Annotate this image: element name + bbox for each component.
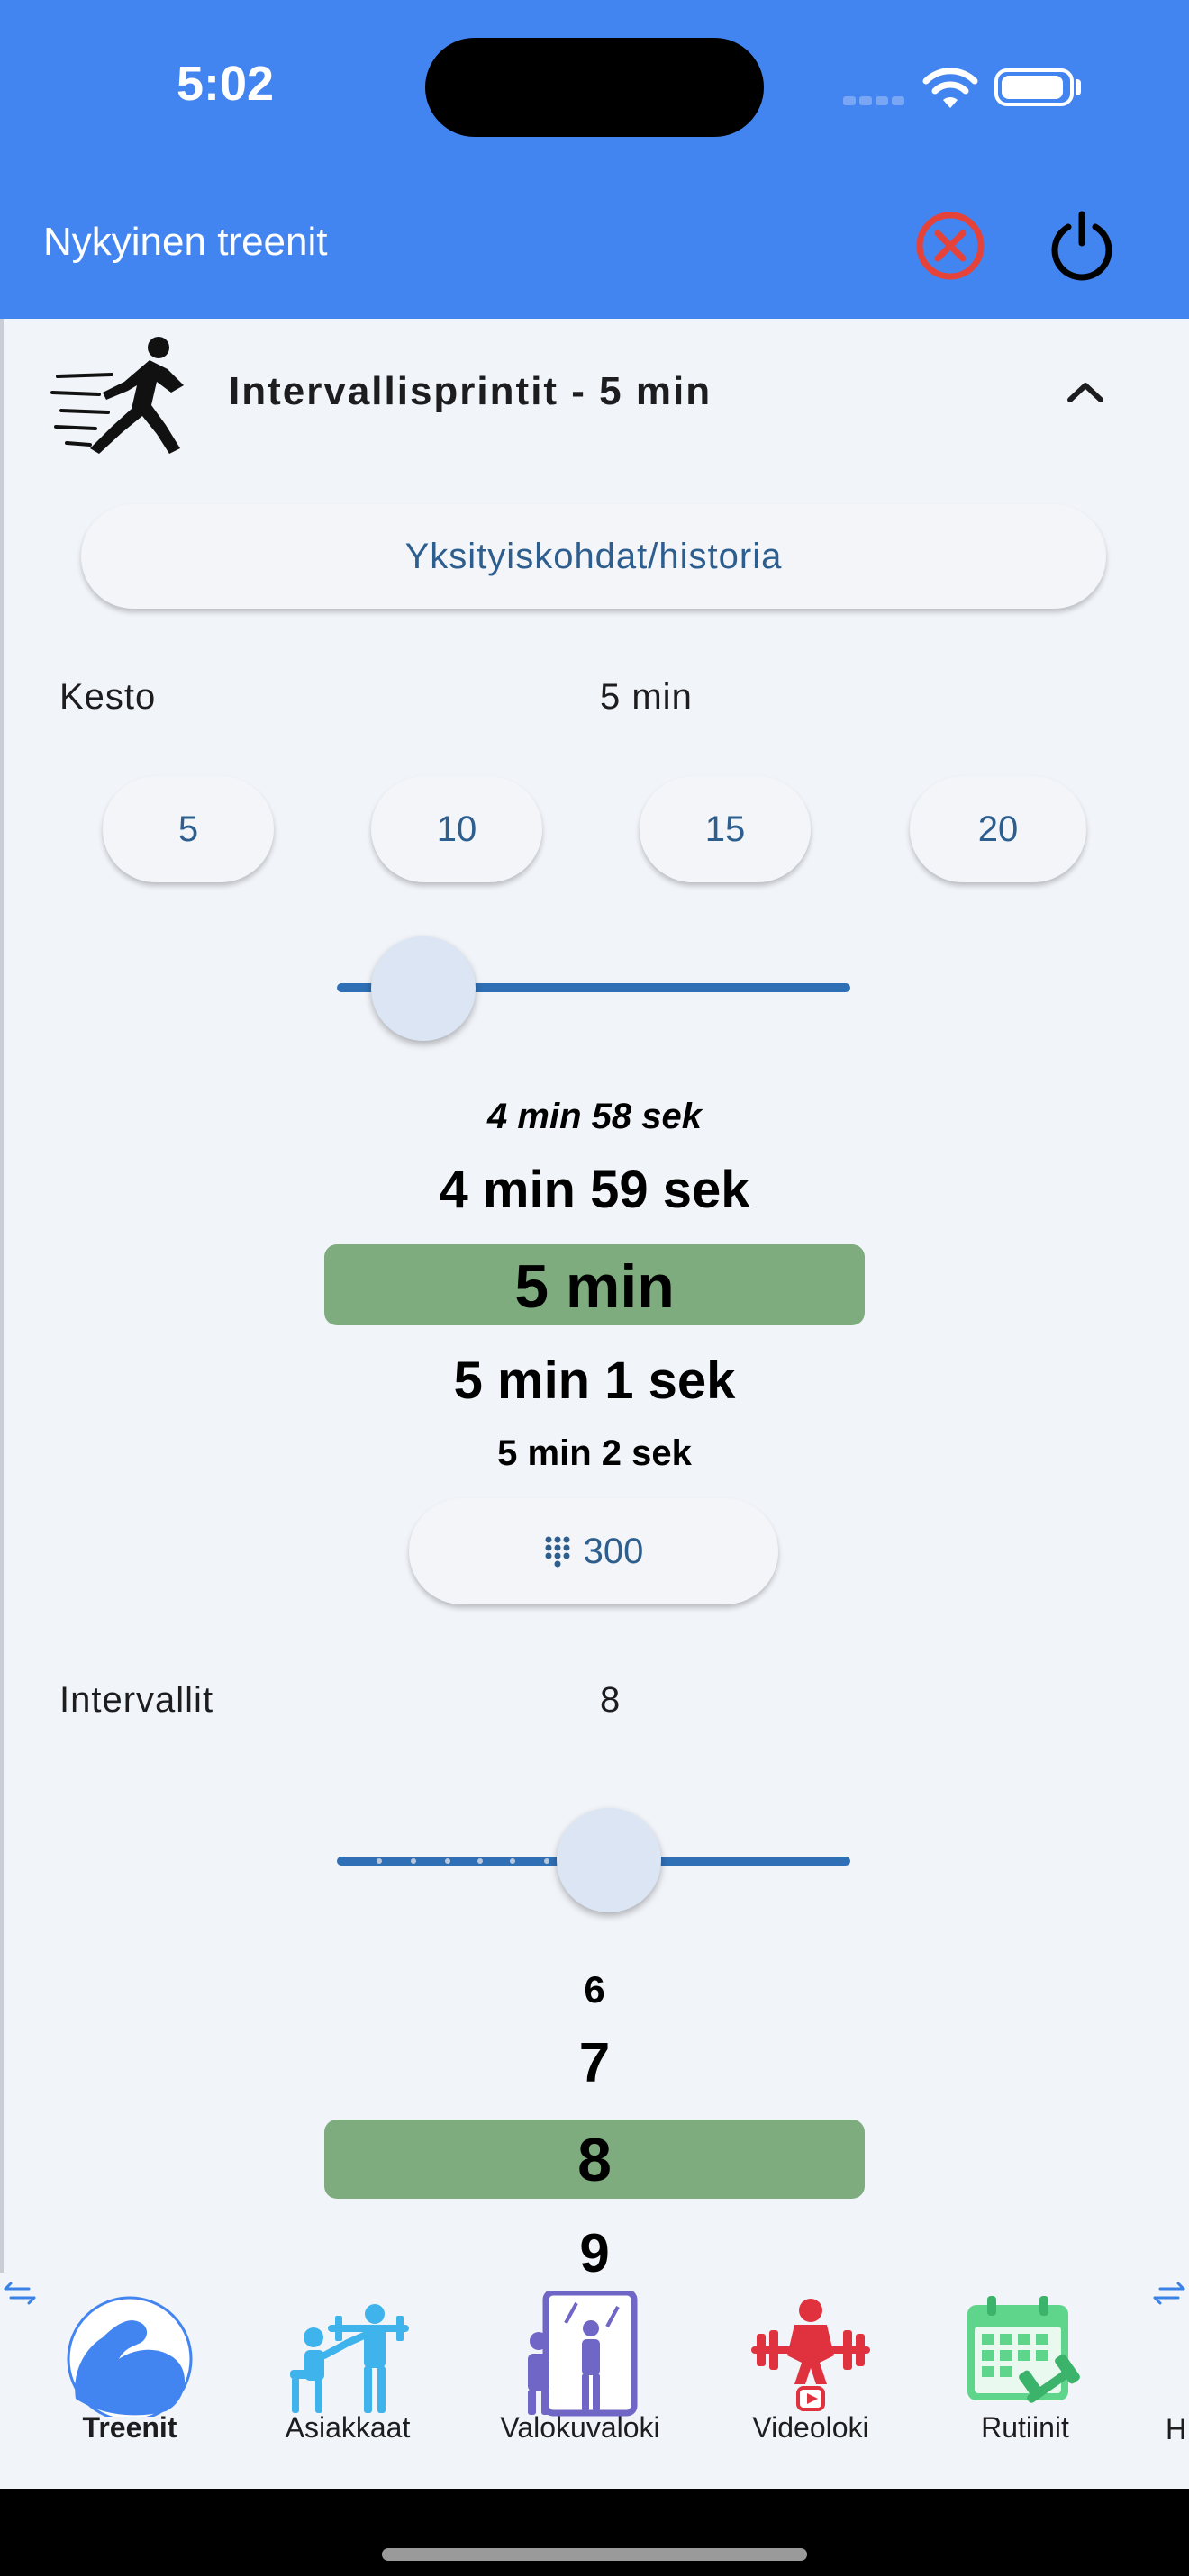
duration-picker-option[interactable]: 4 min 59 sek: [324, 1160, 865, 1220]
nav-item-videoloki[interactable]: Videoloki: [712, 2273, 892, 2489]
intervals-slider-thumb[interactable]: [557, 1808, 661, 1912]
intervals-slider-tick: [445, 1858, 450, 1864]
intervals-picker-selected[interactable]: 8: [324, 2125, 865, 2195]
battery-level: [1002, 76, 1063, 99]
content-edge: [0, 319, 4, 2273]
intervals-slider-tick: [544, 1858, 549, 1864]
duration-preset-15[interactable]: 15: [640, 776, 811, 882]
duration-preset-5[interactable]: 5: [103, 776, 274, 882]
nav-item-valokuvaloki[interactable]: Valokuvaloki: [481, 2273, 661, 2489]
nav-item-offscreen-label[interactable]: H: [1166, 2413, 1186, 2446]
home-bar-area: [0, 2489, 1189, 2576]
seconds-value: 300: [583, 1531, 644, 1571]
page-title: Nykyinen treenit: [43, 220, 328, 264]
details-history-button[interactable]: Yksityiskohdat/historia: [81, 504, 1106, 609]
duration-preset-20[interactable]: 20: [910, 776, 1086, 882]
nav-label: Videoloki: [752, 2411, 869, 2444]
nav-label: Asiakkaat: [285, 2411, 411, 2444]
duration-picker-option[interactable]: 5 min 2 sek: [324, 1433, 865, 1474]
intervals-slider-tick: [411, 1858, 416, 1864]
dialpad-icon: [545, 1536, 570, 1568]
nav-item-treenit[interactable]: Treenit: [31, 2273, 211, 2489]
close-circle-icon[interactable]: [913, 209, 987, 283]
power-icon[interactable]: [1045, 207, 1119, 281]
nav-item-asiakkaat[interactable]: Asiakkaat: [249, 2273, 429, 2489]
intervals-value: 8: [600, 1680, 622, 1720]
battery-tip: [1076, 79, 1081, 95]
flexed-arm-icon: [67, 2296, 193, 2417]
duration-preset-10[interactable]: 10: [371, 776, 542, 882]
duration-label: Kesto: [59, 677, 157, 717]
intervals-picker-option[interactable]: 6: [324, 1968, 865, 2011]
home-indicator[interactable]: [382, 2548, 807, 2561]
status-time: 5:02: [176, 57, 275, 111]
workout-title: Intervallisprintit - 5 min: [229, 369, 712, 413]
intervals-slider-tick: [510, 1858, 515, 1864]
mirror-selfie-icon: [528, 2291, 638, 2417]
intervals-slider-tick: [377, 1858, 382, 1864]
scroll-arrows-icon: [1153, 2282, 1185, 2305]
nav-label: Rutiinit: [981, 2411, 1069, 2444]
duration-value: 5 min: [600, 677, 693, 717]
intervals-slider-tick: [477, 1858, 483, 1864]
duration-picker-option[interactable]: 5 min 1 sek: [324, 1351, 865, 1411]
intervals-label: Intervallit: [59, 1680, 214, 1720]
nav-label: Treenit: [82, 2411, 177, 2444]
sprinter-icon: [50, 337, 184, 454]
duration-picker-option[interactable]: 4 min 58 sek: [324, 1097, 865, 1137]
wifi-icon: [922, 68, 978, 108]
weightlifter-video-icon: [751, 2299, 870, 2411]
chevron-up-icon[interactable]: [1063, 376, 1108, 407]
calendar-dumbbell-icon: [967, 2296, 1080, 2403]
duration-picker-selected[interactable]: 5 min: [324, 1252, 865, 1322]
nav-label: Valokuvaloki: [500, 2411, 660, 2444]
dynamic-island: [425, 38, 764, 137]
seconds-input-button[interactable]: 300: [409, 1498, 778, 1604]
duration-slider-thumb[interactable]: [371, 936, 476, 1041]
trainer-client-icon: [290, 2304, 409, 2413]
nav-item-rutiinit[interactable]: Rutiinit: [926, 2273, 1106, 2489]
signal-icon: [843, 94, 908, 110]
intervals-picker-option[interactable]: 7: [324, 2031, 865, 2095]
